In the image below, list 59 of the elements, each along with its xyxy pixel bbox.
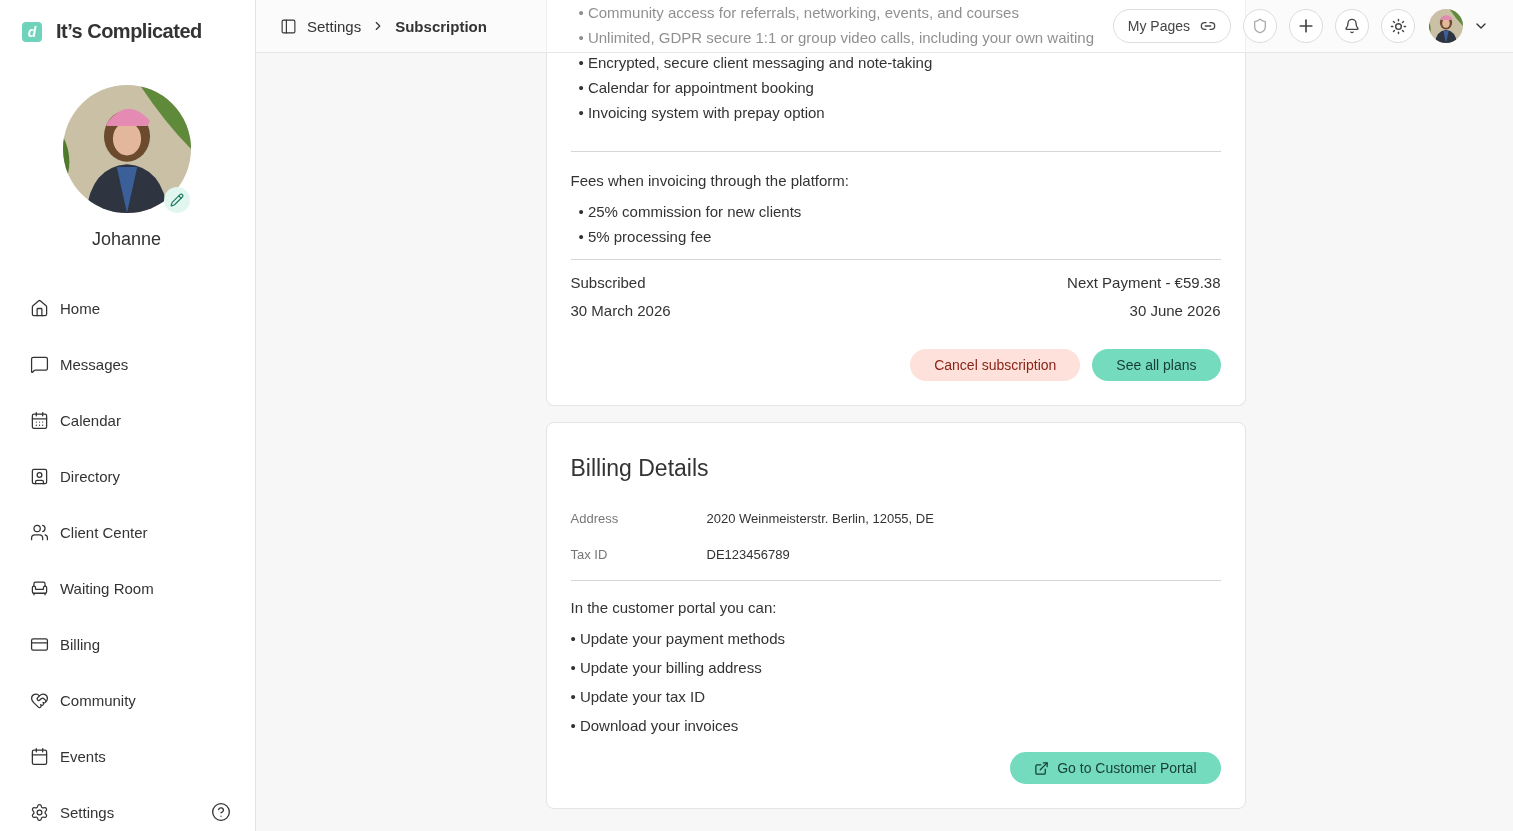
- feature-item: • Invoicing system with prepay option: [578, 103, 825, 123]
- nav-item[interactable]: Messages: [22, 336, 231, 392]
- calendar-icon: [30, 746, 49, 766]
- detail-label: Tax ID: [570, 546, 609, 562]
- nav-item[interactable]: Events: [22, 728, 231, 784]
- nav-item[interactable]: Directory: [22, 448, 231, 504]
- portal-item: • Update your billing address: [570, 658, 763, 678]
- contact-card-icon: [30, 466, 49, 486]
- calendar-icon: [30, 410, 49, 430]
- detail-value: DE123456789: [706, 546, 791, 562]
- detail-label: Address: [570, 510, 620, 526]
- brand-name: It’s Complicated: [56, 20, 202, 43]
- shield-icon: [1252, 18, 1268, 34]
- portal-item: • Update your payment methods: [570, 629, 787, 649]
- fee-item: • 5% processing fee: [578, 227, 713, 247]
- nav-item[interactable]: Waiting Room: [22, 560, 231, 616]
- portal-item: • Download your invoices: [570, 716, 740, 736]
- people-icon: [30, 522, 49, 542]
- breadcrumb-link[interactable]: Subscription: [395, 17, 487, 35]
- nav-item[interactable]: Client Center: [22, 504, 231, 560]
- add-button[interactable]: [1289, 9, 1323, 43]
- notifications-button[interactable]: [1335, 9, 1369, 43]
- feature-item: • Unlimited, GDPR secure 1:1 or group video calls, including your own waiting: [578, 28, 1094, 48]
- customer-portal-button[interactable]: Go to Customer Portal: [1010, 752, 1221, 784]
- settings-icon: [30, 802, 49, 822]
- sidebar-toggle-icon[interactable]: [280, 17, 297, 35]
- portal-intro: In the customer portal you can:: [570, 598, 778, 618]
- sun-icon: [1389, 17, 1407, 35]
- external-link-icon: [1034, 760, 1050, 776]
- nav-item[interactable]: Calendar: [22, 392, 231, 448]
- bell-icon: [1344, 18, 1360, 34]
- billing-title: Billing Details: [570, 455, 710, 482]
- speech-bubble-icon: [30, 354, 49, 374]
- nav-item[interactable]: Billing: [22, 616, 231, 672]
- help-icon[interactable]: [211, 802, 231, 822]
- feature-item: • Community access for referrals, networking, events, and courses: [578, 3, 1019, 23]
- next-payment-label: Next Payment - €59.38: [1067, 273, 1221, 293]
- feature-item: • Calendar for appointment booking: [578, 78, 814, 98]
- fee-item: • 25% commission for new clients: [578, 202, 803, 222]
- nav-item[interactable]: Community: [22, 672, 231, 728]
- breadcrumb-link[interactable]: Settings: [307, 17, 362, 35]
- detail-value: 2020 Weinmeisterstr. Berlin, 12055, DE: [706, 510, 935, 526]
- next-payment-date: 30 June 2026: [1128, 301, 1221, 321]
- theme-button[interactable]: [1381, 9, 1415, 43]
- pencil-icon[interactable]: [163, 187, 190, 213]
- subscribed-date: 30 March 2026: [570, 301, 671, 321]
- home-icon: [30, 298, 49, 318]
- fees-title: Fees when invoicing through the platform:: [570, 171, 850, 191]
- portal-item: • Update your tax ID: [570, 687, 706, 707]
- heart-handshake-icon: [30, 690, 49, 710]
- my-pages-button[interactable]: My Pages: [1112, 9, 1231, 43]
- feature-item: • Encrypted, secure client messaging and note-taking: [578, 53, 933, 73]
- subscribed-label: Subscribed: [570, 273, 647, 293]
- nav-item[interactable]: Settings: [22, 784, 211, 831]
- profile-name: Johanne: [90, 229, 163, 250]
- logo-icon: d: [22, 21, 42, 42]
- see-all-plans-button[interactable]: See all plans: [1092, 349, 1221, 381]
- cancel-subscription-button[interactable]: Cancel subscription: [910, 349, 1081, 381]
- nav-item[interactable]: Home: [22, 280, 231, 336]
